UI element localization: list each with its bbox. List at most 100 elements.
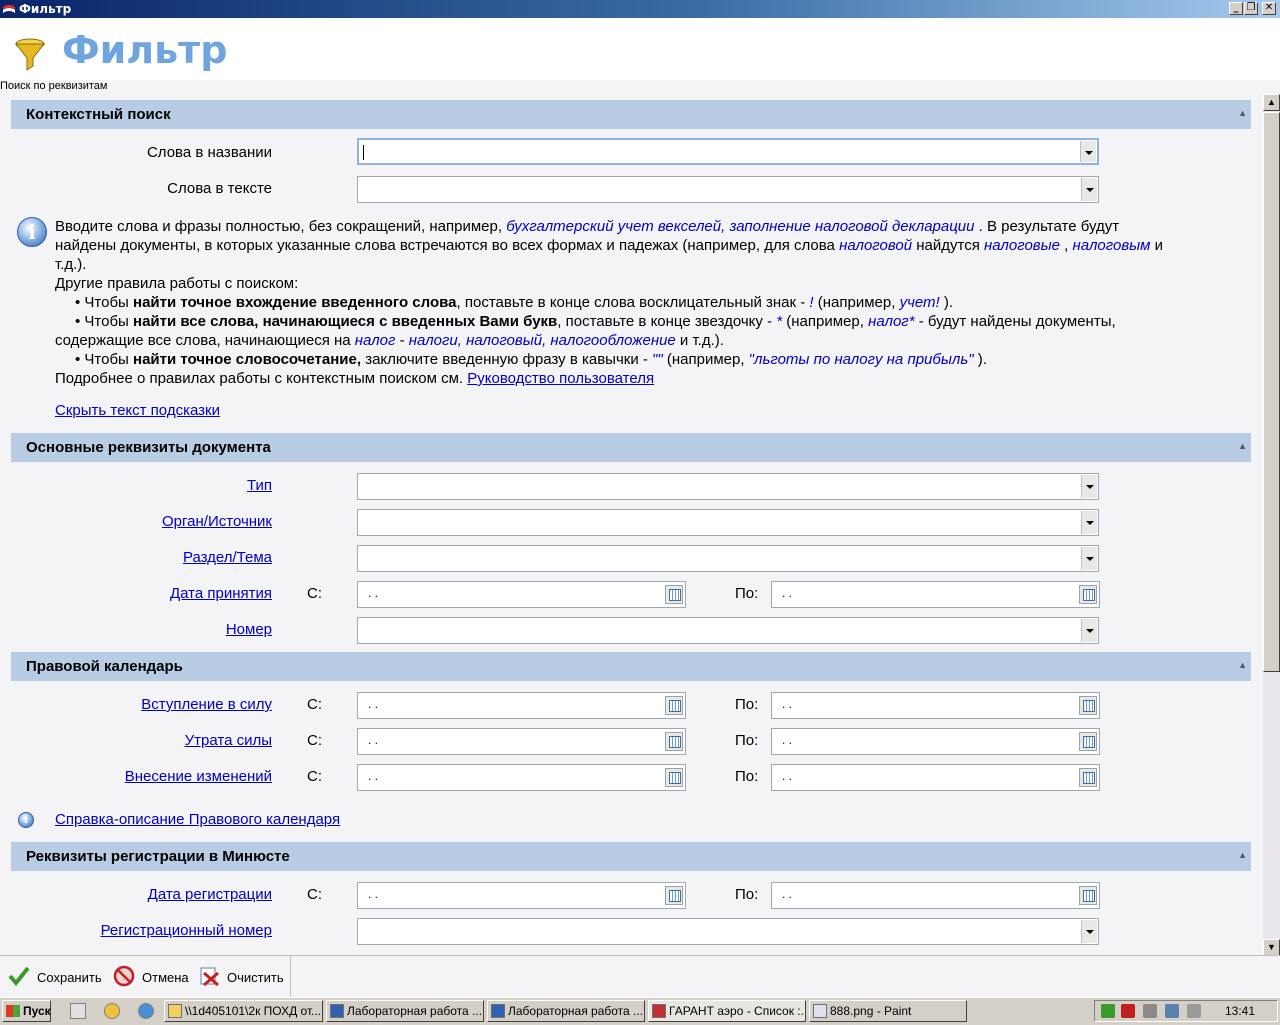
collapse-icon[interactable]: ▲ [1238,441,1247,451]
search-hint-text: Вводите слова и фразы полностью, без сок… [55,218,1164,387]
calendar-icon[interactable] [1079,886,1097,905]
registration-number-select[interactable] [357,918,1099,945]
taskbar-item[interactable]: \\1d405101\2к ПОХД от... [164,1000,323,1022]
calendar-icon[interactable] [1079,732,1097,751]
system-tray: 13:41 [1094,1000,1278,1022]
taskbar: Пуск \\1d405101\2к ПОХД от... Лабораторн… [0,997,1280,1025]
amendments-to[interactable]: . . [771,764,1100,791]
funnel-icon [14,38,46,71]
cancel-icon [113,965,135,987]
info-icon: i [17,217,47,247]
calendar-help-link[interactable]: Справка-описание Правового календаря [55,811,340,828]
filter-form: Контекстный поиск ▲ Слова в названии Сло… [0,92,1262,954]
type-select[interactable] [357,473,1099,500]
effective-date-from[interactable]: . . [357,692,686,719]
organ-source-link[interactable]: Орган/Источник [12,513,272,530]
dropdown-arrow-icon[interactable] [1080,141,1096,162]
scroll-thumb[interactable] [1263,112,1280,672]
page-title: Фильтр [62,28,228,72]
effective-date-to[interactable]: . . [771,692,1100,719]
organ-source-select[interactable] [357,509,1099,536]
dropdown-arrow-icon[interactable] [1081,475,1097,498]
info-icon: i [18,812,34,828]
to-label: По: [735,696,759,713]
type-link[interactable]: Тип [12,477,272,494]
start-button[interactable]: Пуск [2,1000,51,1022]
flag-icon[interactable] [1143,1004,1157,1018]
show-desktop-icon[interactable] [70,1003,86,1019]
chrome-icon[interactable] [138,1003,154,1019]
volume-icon[interactable] [1187,1004,1201,1018]
collapse-icon[interactable]: ▲ [1238,108,1247,118]
registration-date-from[interactable]: . . [357,882,686,909]
header: Фильтр [0,18,1280,80]
taskbar-item[interactable]: Лабораторная работа ... [487,1000,645,1022]
dropdown-arrow-icon[interactable] [1081,511,1097,534]
close-button[interactable]: ✕ [1262,2,1276,15]
word-icon [330,1004,344,1018]
scroll-up-icon[interactable]: ▲ [1263,94,1280,111]
vertical-scrollbar[interactable]: ▲ ▼ [1263,94,1280,956]
number-select[interactable] [357,617,1099,644]
effective-date-link[interactable]: Вступление в силу [12,696,272,713]
taskbar-item[interactable]: 888.png - Paint [809,1000,967,1022]
folder-icon [168,1004,182,1018]
dropdown-arrow-icon[interactable] [1081,619,1097,642]
restore-button[interactable]: ❐ [1244,2,1258,15]
registration-date-link[interactable]: Дата регистрации [12,886,272,903]
calendar-icon[interactable] [665,696,683,715]
dropdown-arrow-icon[interactable] [1081,547,1097,570]
collapse-icon[interactable]: ▲ [1238,850,1247,860]
taskbar-item-active[interactable]: ГАРАНТ аэро - Список :... [648,1000,806,1022]
action-bar: Сохранить Отмена Очистить [0,955,1280,998]
network-icon[interactable] [1165,1004,1179,1018]
words-in-text-input[interactable] [357,176,1099,203]
security-icon[interactable] [1101,1004,1115,1018]
loss-of-force-link[interactable]: Утрата силы [12,732,272,749]
windows-logo-icon [6,1005,20,1017]
section-header-main-requisites[interactable]: Основные реквизиты документа ▲ [11,433,1251,462]
user-guide-link[interactable]: Руководство пользователя [467,370,654,387]
calendar-icon[interactable] [1079,696,1097,715]
to-label: По: [735,585,759,602]
adoption-date-link[interactable]: Дата принятия [12,585,272,602]
section-topic-select[interactable] [357,545,1099,572]
browser-icon[interactable] [104,1003,120,1019]
app-logo-icon [3,5,15,13]
section-header-minjust-registration[interactable]: Реквизиты регистрации в Минюсте ▲ [11,842,1251,871]
calendar-icon[interactable] [1079,768,1097,787]
adoption-date-to[interactable]: . . [771,581,1100,608]
loss-of-force-to[interactable]: . . [771,728,1100,755]
amendments-from[interactable]: . . [357,764,686,791]
dropdown-arrow-icon[interactable] [1081,920,1097,943]
calendar-icon[interactable] [665,585,683,604]
adoption-date-from[interactable]: . . [357,581,686,608]
section-topic-link[interactable]: Раздел/Тема [12,549,272,566]
words-in-title-input[interactable] [357,138,1099,165]
minimize-button[interactable]: _ [1229,2,1243,15]
antivirus-icon[interactable] [1121,1004,1135,1018]
taskbar-item[interactable]: Лабораторная работа ... [326,1000,484,1022]
calendar-icon[interactable] [1079,585,1097,604]
amendments-link[interactable]: Внесение изменений [12,768,272,785]
checkmark-icon [8,966,30,987]
section-header-legal-calendar[interactable]: Правовой календарь ▲ [11,652,1251,681]
calendar-icon[interactable] [665,886,683,905]
hide-hint-link[interactable]: Скрыть текст подсказки [55,402,220,419]
from-label: С: [307,732,322,749]
registration-date-to[interactable]: . . [771,882,1100,909]
calendar-icon[interactable] [665,768,683,787]
collapse-icon[interactable]: ▲ [1238,660,1247,670]
registration-number-link[interactable]: Регистрационный номер [12,922,272,939]
scroll-down-icon[interactable]: ▼ [1263,939,1280,956]
breadcrumb: Поиск по реквизитам [0,80,108,92]
loss-of-force-from[interactable]: . . [357,728,686,755]
from-label: С: [307,585,322,602]
calendar-icon[interactable] [665,732,683,751]
section-header-context-search[interactable]: Контекстный поиск ▲ [11,100,1251,129]
word-icon [491,1004,505,1018]
words-in-text-label: Слова в тексте [167,180,272,197]
dropdown-arrow-icon[interactable] [1081,178,1097,201]
paint-icon [813,1004,827,1018]
number-link[interactable]: Номер [12,621,272,638]
